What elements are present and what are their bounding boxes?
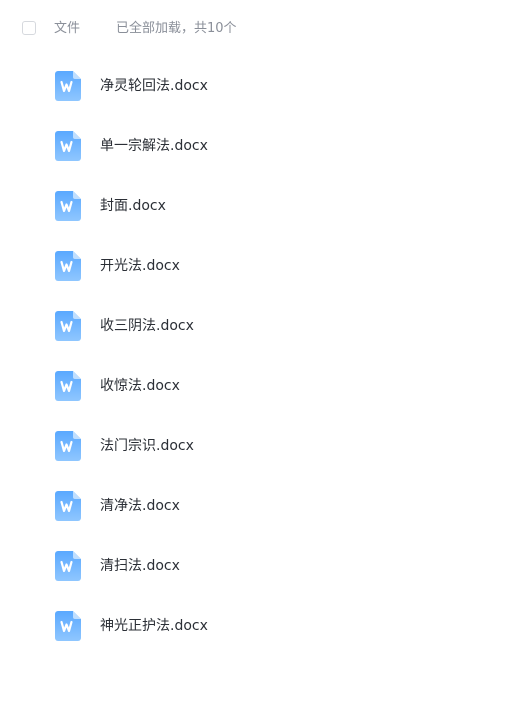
list-header: 文件 已全部加载，共10个 [0,0,505,60]
file-row[interactable]: 收三阴法.docx [0,296,505,356]
file-list-panel: 文件 已全部加载，共10个 净灵轮回法.docx 单一宗解法.docx 封面.d… [0,0,505,703]
word-doc-icon [55,251,81,281]
word-doc-icon [55,311,81,341]
file-name[interactable]: 神光正护法.docx [100,617,208,635]
file-row[interactable]: 神光正护法.docx [0,596,505,656]
file-row[interactable]: 清扫法.docx [0,536,505,596]
file-row[interactable]: 法门宗识.docx [0,416,505,476]
word-doc-icon [55,431,81,461]
file-row[interactable]: 净灵轮回法.docx [0,56,505,116]
file-row[interactable]: 收惊法.docx [0,356,505,416]
file-row[interactable]: 开光法.docx [0,236,505,296]
file-name[interactable]: 法门宗识.docx [100,437,194,455]
word-doc-icon [55,491,81,521]
file-name[interactable]: 封面.docx [100,197,166,215]
file-name[interactable]: 开光法.docx [100,257,180,275]
word-doc-icon [55,611,81,641]
word-doc-icon [55,551,81,581]
file-name[interactable]: 单一宗解法.docx [100,137,208,155]
word-doc-icon [55,191,81,221]
file-name[interactable]: 收惊法.docx [100,377,180,395]
file-row[interactable]: 封面.docx [0,176,505,236]
word-doc-icon [55,371,81,401]
file-name[interactable]: 收三阴法.docx [100,317,194,335]
word-doc-icon [55,71,81,101]
word-doc-icon [55,131,81,161]
load-status-text: 已全部加载，共10个 [116,21,237,36]
file-row[interactable]: 清净法.docx [0,476,505,536]
file-name[interactable]: 净灵轮回法.docx [100,77,208,95]
file-row[interactable]: 单一宗解法.docx [0,116,505,176]
column-header-file: 文件 [54,21,81,36]
file-list: 净灵轮回法.docx 单一宗解法.docx 封面.docx 开光法.docx 收… [0,56,505,656]
file-name[interactable]: 清净法.docx [100,497,180,515]
select-all-checkbox[interactable] [22,21,36,35]
file-name[interactable]: 清扫法.docx [100,557,180,575]
